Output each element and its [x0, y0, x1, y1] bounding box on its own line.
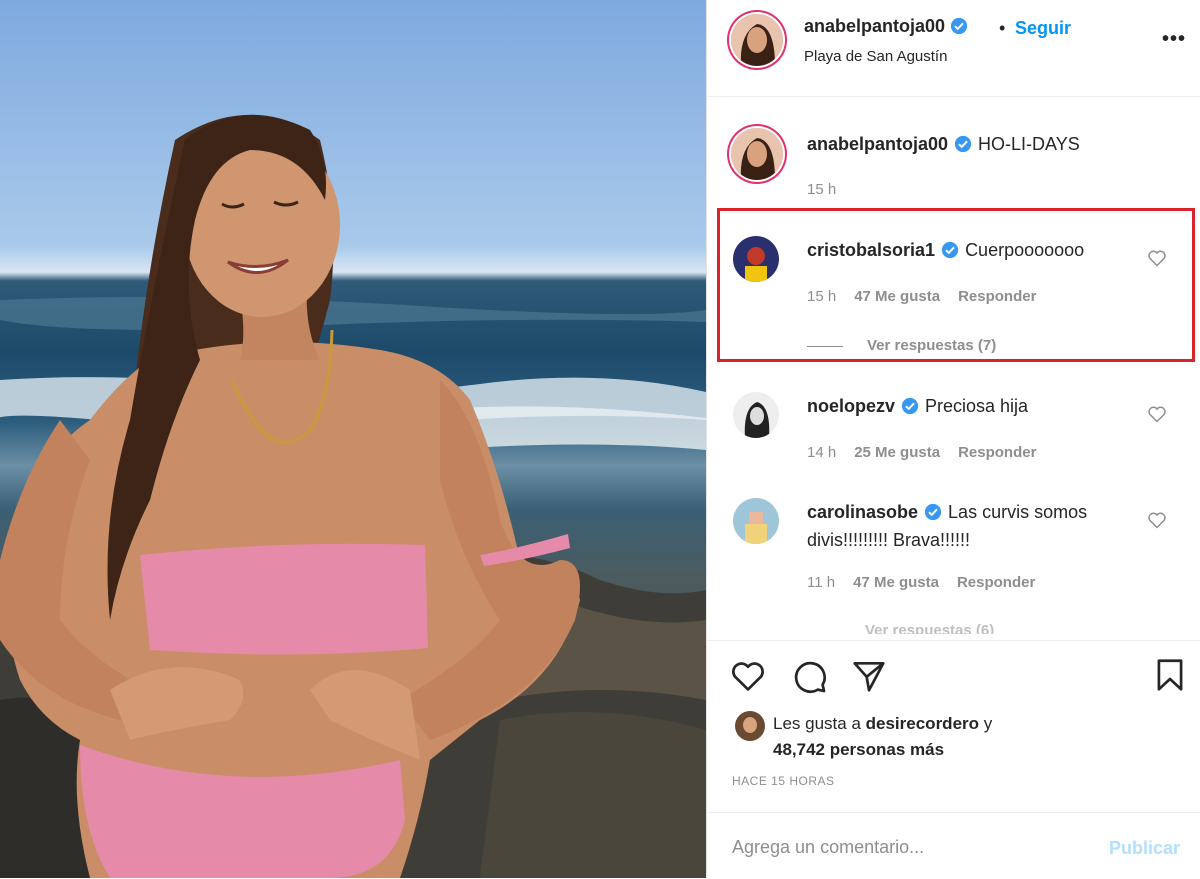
replies-divider: [807, 345, 843, 347]
header-separator: •: [999, 18, 1006, 38]
likes-prefix: Les gusta a: [773, 714, 861, 733]
liker-avatar[interactable]: [735, 711, 765, 741]
share-icon[interactable]: [850, 657, 888, 695]
caption-avatar[interactable]: [731, 128, 783, 180]
verified-badge-icon: [950, 17, 967, 35]
caption-text: anabelpantoja00 HO-LI-DAYS: [807, 130, 1147, 158]
reply-button[interactable]: Responder: [958, 444, 1036, 461]
comment-like-heart-icon[interactable]: [1147, 510, 1167, 530]
reply-button[interactable]: Responder: [957, 574, 1035, 591]
bookmark-icon[interactable]: [1151, 655, 1189, 695]
comment-time[interactable]: 11 h: [807, 574, 835, 591]
comment-meta: 15 h 47 Me gusta Responder: [807, 288, 1054, 305]
comment-time[interactable]: 14 h: [807, 444, 836, 461]
comment-icon[interactable]: [790, 657, 828, 695]
comment-username[interactable]: cristobalsoria1: [807, 240, 935, 260]
commenter-avatar[interactable]: [733, 392, 779, 438]
instagram-post-view: anabelpantoja00 • Seguir Playa de San Ag…: [0, 0, 1200, 878]
comment-meta: 11 h 47 Me gusta Responder: [807, 574, 1053, 591]
more-options-icon[interactable]: •••: [1162, 28, 1186, 51]
comment-likes[interactable]: 47 Me gusta: [854, 288, 940, 305]
liker-username[interactable]: desirecordero: [866, 714, 979, 733]
caption-meta: 15 h: [807, 181, 854, 198]
verified-badge-icon: [954, 135, 972, 153]
caption-body: HO-LI-DAYS: [978, 134, 1080, 154]
comment-body: Preciosa hija: [925, 396, 1029, 416]
post-timestamp[interactable]: HACE 15 HORAS: [732, 774, 835, 788]
comment-composer: Publicar: [707, 812, 1200, 879]
comment-username[interactable]: carolinasobe: [807, 502, 918, 522]
verified-badge-icon: [901, 397, 919, 415]
post-actions: Les gusta a desirecordero y 48,742 perso…: [707, 640, 1200, 801]
author-avatar[interactable]: [731, 14, 783, 66]
commenter-avatar[interactable]: [733, 498, 779, 544]
commenter-avatar[interactable]: [733, 236, 779, 282]
comment-like-heart-icon[interactable]: [1147, 404, 1167, 424]
comment-text: cristobalsoria1 Cuerpooooooo: [807, 236, 1147, 264]
comment-text: noelopezv Preciosa hija: [807, 392, 1147, 420]
verified-badge-icon: [941, 241, 959, 259]
post-photo[interactable]: [0, 0, 706, 878]
comment-input[interactable]: [730, 831, 1094, 863]
post-side-panel: anabelpantoja00 • Seguir Playa de San Ag…: [706, 0, 1200, 878]
publish-button[interactable]: Publicar: [1109, 838, 1180, 859]
author-username[interactable]: anabelpantoja00: [804, 16, 945, 36]
comment-likes[interactable]: 47 Me gusta: [853, 574, 939, 591]
post-location[interactable]: Playa de San Agustín: [804, 48, 947, 65]
comment-like-heart-icon[interactable]: [1147, 248, 1167, 268]
comment-likes[interactable]: 25 Me gusta: [854, 444, 940, 461]
comment-meta: 14 h 25 Me gusta Responder: [807, 444, 1054, 461]
comment-body: Cuerpooooooo: [965, 240, 1085, 260]
comment-username[interactable]: noelopezv: [807, 396, 895, 416]
post-header: anabelpantoja00 • Seguir Playa de San Ag…: [707, 0, 1200, 97]
heart-icon[interactable]: [729, 657, 767, 695]
likes-joiner: y: [983, 714, 993, 733]
likes-summary: Les gusta a desirecordero y 48,742 perso…: [773, 711, 992, 763]
verified-badge-icon: [924, 503, 942, 521]
caption-time[interactable]: 15 h: [807, 181, 836, 198]
reply-button[interactable]: Responder: [958, 288, 1036, 305]
comment-time[interactable]: 15 h: [807, 288, 836, 305]
likes-count[interactable]: 48,742 personas más: [773, 740, 944, 759]
beach-photo-illustration: [0, 114, 706, 878]
view-replies-label: Ver respuestas (7): [867, 337, 997, 354]
follow-button[interactable]: Seguir: [1015, 18, 1071, 39]
view-replies-button[interactable]: Ver respuestas (7): [807, 337, 996, 354]
comment-text: carolinasobe Las curvis somos divis!!!!!!…: [807, 498, 1147, 554]
author-line: anabelpantoja00: [804, 16, 968, 37]
clipped-view-replies: Ver respuestas (6): [865, 622, 995, 634]
caption-username[interactable]: anabelpantoja00: [807, 134, 948, 154]
